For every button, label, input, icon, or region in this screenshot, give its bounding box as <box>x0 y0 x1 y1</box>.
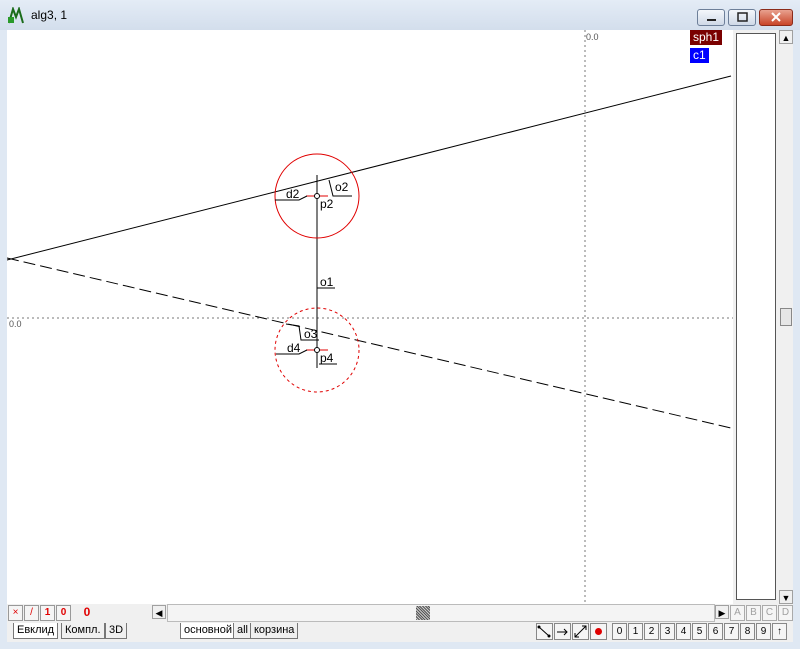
line-tool-button[interactable]: / <box>24 605 39 621</box>
tab-complex[interactable]: Компл. <box>61 623 105 639</box>
horizontal-scroll-thumb[interactable] <box>416 606 430 620</box>
number-button-6[interactable]: 6 <box>708 623 723 640</box>
minimize-button[interactable] <box>697 9 725 26</box>
label-p2: p2 <box>320 197 334 211</box>
number-button-8[interactable]: 8 <box>740 623 755 640</box>
label-o3: o3 <box>304 327 318 341</box>
label-o1: o1 <box>320 275 334 289</box>
close-icon <box>771 12 781 22</box>
one-button[interactable]: 1 <box>40 605 55 621</box>
number-button-2[interactable]: 2 <box>644 623 659 640</box>
arrow-right-icon: ▶ <box>718 608 726 618</box>
label-d2: d2 <box>286 187 300 201</box>
status-row: × / 1 0 0 ◀ ▶ A B C D <box>7 604 793 622</box>
tab-main-layer[interactable]: основной <box>180 623 236 639</box>
legend-c1[interactable]: c1 <box>690 48 709 63</box>
vertical-scroll-thumb[interactable] <box>780 308 792 326</box>
drawing-canvas[interactable]: 0.0 0.0 d2 o2 p2 o1 o3 d4 p4 sph1 c1 <box>7 30 733 604</box>
right-panel: ▲ ▼ <box>733 30 793 604</box>
minimize-icon <box>707 19 716 21</box>
layer-letter-d[interactable]: D <box>778 605 793 621</box>
point-tool-icon <box>595 628 602 635</box>
arrow-left-icon: ◀ <box>155 608 163 618</box>
curve-tool-icon <box>537 625 551 638</box>
ray-tool-icon <box>557 628 568 636</box>
number-button-4[interactable]: 4 <box>676 623 691 640</box>
number-button-9[interactable]: 9 <box>756 623 771 640</box>
object-count: 0 <box>83 605 91 619</box>
dashed-line[interactable] <box>7 257 732 429</box>
zero-button[interactable]: 0 <box>56 605 71 621</box>
layer-letter-a[interactable]: A <box>730 605 745 621</box>
number-button-1[interactable]: 1 <box>628 623 643 640</box>
number-button-3[interactable]: 3 <box>660 623 675 640</box>
segment-tool-icon <box>574 625 587 638</box>
number-button-5[interactable]: 5 <box>692 623 707 640</box>
point-p2[interactable] <box>314 193 320 199</box>
scroll-down-button[interactable]: ▼ <box>779 590 793 604</box>
window-title: alg3, 1 <box>31 8 68 22</box>
restore-icon <box>737 12 748 22</box>
axis-label-top: 0.0 <box>586 32 599 42</box>
tool-point-button[interactable] <box>590 623 607 640</box>
layer-letter-c[interactable]: C <box>762 605 777 621</box>
label-o2: o2 <box>335 180 349 194</box>
layer-letter-b[interactable]: B <box>746 605 761 621</box>
title-bar: alg3, 1 <box>0 0 800 30</box>
legend-sph1[interactable]: sph1 <box>690 30 723 45</box>
geometry-drawing[interactable]: 0.0 0.0 d2 o2 p2 o1 o3 d4 p4 <box>7 30 733 604</box>
arrow-down-icon: ▼ <box>781 593 791 603</box>
tab-trash[interactable]: корзина <box>250 623 299 639</box>
tabs-row: Евклид Компл. 3D основной all корзина 0 … <box>7 622 793 642</box>
app-icon <box>8 7 24 24</box>
hscroll-left-button[interactable]: ◀ <box>152 605 166 619</box>
axis-label-left: 0.0 <box>9 319 22 329</box>
number-button-7[interactable]: 7 <box>724 623 739 640</box>
tool-segment-button[interactable] <box>572 623 589 640</box>
object-list[interactable] <box>736 33 776 600</box>
point-p4[interactable] <box>314 347 320 353</box>
maximize-button[interactable] <box>728 9 756 26</box>
label-d4: d4 <box>287 341 301 355</box>
tool-ray-button[interactable] <box>554 623 571 640</box>
vertical-scrollbar[interactable]: ▲ ▼ <box>779 30 793 604</box>
hscroll-right-button[interactable]: ▶ <box>715 605 729 619</box>
tool-curve-button[interactable] <box>536 623 553 640</box>
solid-line[interactable] <box>7 75 732 261</box>
tab-3d[interactable]: 3D <box>105 623 128 639</box>
scroll-up-button[interactable]: ▲ <box>779 30 793 44</box>
number-button-0[interactable]: 0 <box>612 623 627 640</box>
up-button[interactable]: ↑ <box>772 623 787 640</box>
delete-button[interactable]: × <box>8 605 23 621</box>
tab-euclid[interactable]: Евклид <box>13 623 59 639</box>
horizontal-scrollbar[interactable] <box>167 604 715 622</box>
close-button[interactable] <box>759 9 793 26</box>
label-p4: p4 <box>320 351 334 365</box>
arrow-up-icon: ▲ <box>781 33 791 43</box>
